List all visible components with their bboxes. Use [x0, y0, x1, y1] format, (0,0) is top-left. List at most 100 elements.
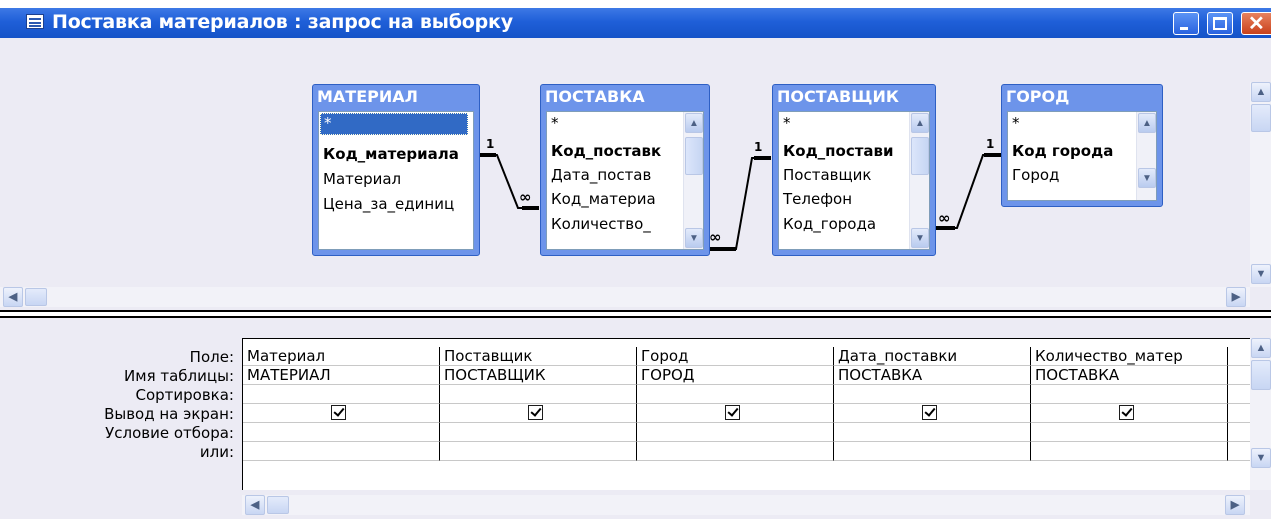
grid-sort-cell[interactable]: [637, 385, 834, 404]
field-list-scrollbar[interactable]: ▲ ▼: [909, 112, 929, 249]
field-item[interactable]: Цена_за_единиц: [323, 195, 454, 213]
grid-empty-cell[interactable]: [1228, 366, 1251, 385]
grid-or-cell[interactable]: [243, 442, 440, 461]
scroll-thumb[interactable]: [911, 137, 929, 175]
diagram-vscrollbar[interactable]: ▲ ▼: [1250, 82, 1271, 287]
scroll-thumb[interactable]: [1251, 104, 1271, 132]
grid-show-cell[interactable]: [834, 404, 1031, 423]
field-item[interactable]: Телефон: [783, 190, 852, 208]
relation-one-label: 1: [486, 137, 495, 151]
grid-sort-cell[interactable]: [440, 385, 637, 404]
table-box-supply[interactable]: ПОСТАВКА * Код_поставк Дата_постав Код_м…: [540, 84, 710, 256]
grid-table-cell[interactable]: ПОСТАВЩИК: [440, 366, 637, 385]
scroll-left-icon[interactable]: ◀: [3, 287, 23, 307]
field-list[interactable]: * Код_постави Поставщик Телефон Код_горо…: [778, 111, 930, 250]
scroll-up-icon[interactable]: ▲: [1251, 82, 1271, 102]
field-item[interactable]: Материал: [323, 170, 401, 188]
grid-field-cell[interactable]: Поставщик: [440, 347, 637, 366]
grid-show-cell[interactable]: [637, 404, 834, 423]
scroll-up-icon[interactable]: ▲: [685, 113, 703, 133]
scroll-up-icon[interactable]: ▲: [1251, 338, 1271, 358]
grid-field-cell[interactable]: Город: [637, 347, 834, 366]
grid-or-cell[interactable]: [1031, 442, 1228, 461]
field-list[interactable]: * Код города Город ▲ ▼: [1007, 111, 1157, 201]
scroll-thumb[interactable]: [685, 137, 703, 175]
field-item[interactable]: Код_города: [783, 215, 876, 233]
field-item[interactable]: Поставщик: [783, 166, 871, 184]
grid-or-cell[interactable]: [637, 442, 834, 461]
field-item[interactable]: Код_материа: [551, 190, 656, 208]
show-checkbox[interactable]: [1119, 405, 1134, 420]
grid-field-cell[interactable]: Количество_матер: [1031, 347, 1228, 366]
grid-table-cell[interactable]: ПОСТАВКА: [1031, 366, 1228, 385]
row-label-criteria: Условие отбора:: [105, 424, 234, 442]
grid-criteria-cell[interactable]: [1031, 423, 1228, 442]
pane-splitter[interactable]: [0, 310, 1271, 318]
field-list[interactable]: * Код_поставк Дата_постав Код_материа Ко…: [546, 111, 704, 250]
diagram-hscrollbar[interactable]: ◀ ▶: [0, 287, 1250, 307]
field-item[interactable]: *: [320, 113, 468, 135]
grid-empty-cell[interactable]: [1228, 385, 1251, 404]
field-item[interactable]: Код_материала: [323, 145, 459, 163]
scroll-down-icon[interactable]: ▼: [911, 228, 929, 248]
field-list-scrollbar[interactable]: ▲ ▼: [1136, 112, 1156, 200]
show-checkbox[interactable]: [528, 405, 543, 420]
grid-vscrollbar[interactable]: ▲ ▼: [1250, 338, 1271, 490]
scroll-thumb[interactable]: [267, 496, 289, 514]
grid-sort-cell[interactable]: [834, 385, 1031, 404]
scroll-up-icon[interactable]: ▲: [1138, 113, 1156, 133]
grid-table-cell[interactable]: МАТЕРИАЛ: [243, 366, 440, 385]
scroll-right-icon[interactable]: ▶: [1226, 287, 1246, 307]
scroll-down-icon[interactable]: ▼: [1251, 264, 1271, 284]
scroll-down-icon[interactable]: ▼: [685, 228, 703, 248]
field-item[interactable]: *: [783, 114, 791, 132]
show-checkbox[interactable]: [725, 405, 740, 420]
show-checkbox[interactable]: [331, 405, 346, 420]
grid-show-cell[interactable]: [1031, 404, 1228, 423]
grid-criteria-cell[interactable]: [440, 423, 637, 442]
field-list[interactable]: * Код_материала Материал Цена_за_единиц: [318, 111, 474, 250]
field-item[interactable]: Код_постави: [783, 142, 894, 160]
grid-empty-cell[interactable]: [1228, 423, 1251, 442]
field-item[interactable]: Город: [1012, 166, 1059, 184]
field-item[interactable]: Дата_постав: [551, 166, 651, 184]
grid-criteria-cell[interactable]: [834, 423, 1031, 442]
grid-table-cell[interactable]: ПОСТАВКА: [834, 366, 1031, 385]
table-box-material[interactable]: МАТЕРИАЛ * Код_материала Материал Цена_з…: [312, 84, 480, 256]
grid-or-cell[interactable]: [440, 442, 637, 461]
grid-criteria-cell[interactable]: [243, 423, 440, 442]
show-checkbox[interactable]: [922, 405, 937, 420]
scroll-thumb[interactable]: [1251, 360, 1271, 390]
scroll-right-icon[interactable]: ▶: [1225, 495, 1245, 515]
grid-show-cell[interactable]: [243, 404, 440, 423]
grid-or-cell[interactable]: [834, 442, 1031, 461]
row-label-show: Вывод на экран:: [104, 405, 234, 423]
grid-table-cell[interactable]: ГОРОД: [637, 366, 834, 385]
query-design-grid: Материал МАТЕРИАЛ Поставщик ПОСТАВЩИК Го…: [242, 338, 1251, 490]
grid-sort-cell[interactable]: [1031, 385, 1228, 404]
table-title: ГОРОД: [1006, 87, 1070, 106]
field-item[interactable]: Код_поставк: [551, 142, 661, 160]
grid-sort-cell[interactable]: [243, 385, 440, 404]
field-item[interactable]: Количество_: [551, 215, 651, 233]
scroll-down-icon[interactable]: ▼: [1251, 448, 1271, 468]
field-item[interactable]: *: [551, 114, 559, 132]
scroll-up-icon[interactable]: ▲: [911, 113, 929, 133]
grid-empty-cell[interactable]: [1228, 442, 1251, 461]
scroll-left-icon[interactable]: ◀: [245, 495, 265, 515]
field-item[interactable]: Код города: [1012, 142, 1113, 160]
field-list-scrollbar[interactable]: ▲ ▼: [683, 112, 703, 249]
scroll-thumb[interactable]: [25, 288, 47, 306]
grid-show-cell[interactable]: [440, 404, 637, 423]
grid-field-cell[interactable]: Дата_поставки: [834, 347, 1031, 366]
grid-field-cell[interactable]: Материал: [243, 347, 440, 366]
scroll-down-icon[interactable]: ▼: [1138, 168, 1156, 188]
field-item[interactable]: *: [1012, 114, 1020, 132]
table-box-supplier[interactable]: ПОСТАВЩИК * Код_постави Поставщик Телефо…: [772, 84, 936, 256]
grid-hscrollbar[interactable]: ◀ ▶: [242, 495, 1250, 515]
grid-empty-cell[interactable]: [1228, 347, 1251, 366]
relation-material-supply: [480, 154, 539, 209]
table-box-city[interactable]: ГОРОД * Код города Город ▲ ▼: [1001, 84, 1163, 207]
grid-criteria-cell[interactable]: [637, 423, 834, 442]
grid-empty-cell[interactable]: [1228, 404, 1251, 423]
